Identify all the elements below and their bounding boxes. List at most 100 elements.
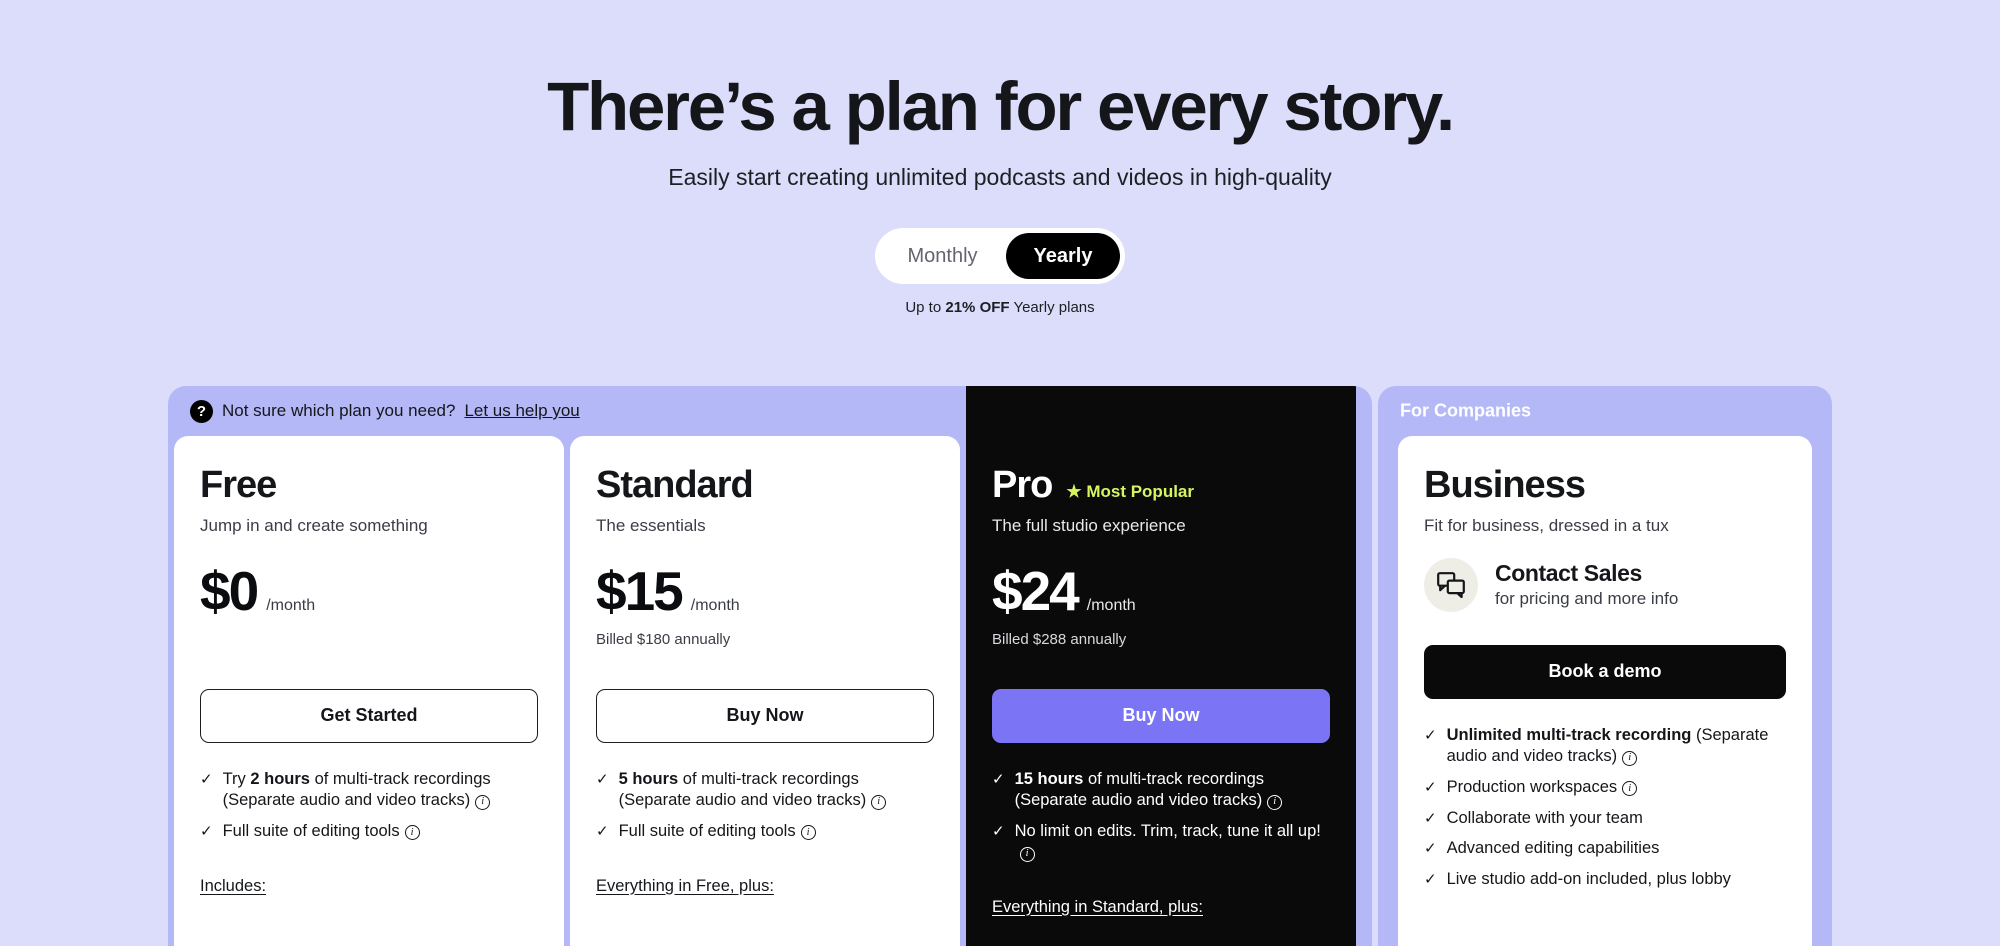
feature-item: ✓ Try 2 hours of multi-track recordings … [200, 769, 538, 812]
info-icon[interactable]: i [1267, 794, 1283, 810]
toggle-option-monthly[interactable]: Monthly [880, 233, 1006, 279]
plan-name-pro: Pro [992, 464, 1053, 506]
check-icon: ✓ [1424, 840, 1437, 858]
feature-list-standard: ✓ 5 hours of multi-track recordings (Sep… [596, 769, 934, 843]
plan-billed-standard: Billed $180 annually [596, 630, 731, 648]
page-title: There’s a plan for every story. [547, 68, 1455, 145]
yearly-discount-note: Up to 21% OFF Yearly plans [905, 299, 1094, 316]
feature-item: ✓ Full suite of editing tools i [596, 821, 934, 843]
cta-button-standard[interactable]: Buy Now [596, 688, 934, 743]
contact-sales-block[interactable]: Contact Sales for pricing and more info [1424, 557, 1786, 612]
feature-item: ✓ Unlimited multi-track recording (Separ… [1424, 725, 1786, 768]
most-popular-badge: ★ Most Popular [1066, 482, 1194, 501]
group-for-companies: For Companies Business Fit for business,… [1378, 386, 1832, 946]
group-for-individuals: ? Not sure which plan you need? Let us h… [168, 386, 1372, 946]
feature-text: 15 hours of multi-track recordings (Sepa… [1015, 769, 1330, 812]
page-subtitle: Easily start creating unlimited podcasts… [668, 164, 1332, 190]
discount-note-prefix: Up to [905, 299, 946, 316]
check-icon: ✓ [992, 770, 1005, 788]
free-title-row: Free [200, 464, 538, 506]
billing-toggle-section: Monthly Yearly Up to 21% OFF Yearly plan… [0, 228, 2000, 316]
feature-item: ✓ Full suite of editing tools i [200, 821, 538, 843]
feature-item: ✓ Collaborate with your team [1424, 808, 1786, 830]
plan-price-row-free: $0 /month [200, 559, 538, 622]
contact-sales-text: Contact Sales for pricing and more info [1495, 560, 1678, 609]
plan-name-free: Free [200, 464, 277, 506]
plan-card-business: Business Fit for business, dressed in a … [1398, 436, 1812, 946]
feature-list-business: ✓ Unlimited multi-track recording (Separ… [1424, 725, 1786, 891]
feature-text: Try 2 hours of multi-track recordings (S… [222, 769, 491, 810]
info-icon[interactable]: i [871, 794, 887, 810]
plan-period-standard: /month [690, 596, 740, 614]
let-us-help-you-link[interactable]: Let us help you [464, 401, 579, 421]
feature-item: ✓ Production workspaces i [1424, 777, 1786, 799]
feature-list-pro: ✓ 15 hours of multi-track recordings (Se… [992, 769, 1330, 864]
feature-item: ✓ 5 hours of multi-track recordings (Sep… [596, 769, 934, 812]
feature-text: Full suite of editing tools i [619, 821, 816, 843]
discount-note-suffix: Yearly plans [1009, 299, 1095, 316]
feature-item: ✓ Advanced editing capabilities [1424, 838, 1786, 860]
info-icon[interactable]: i [1622, 750, 1638, 766]
feature-text: 5 hours of multi-track recordings (Separ… [619, 769, 934, 812]
plan-period-free: /month [266, 596, 316, 614]
company-plan-cards: Business Fit for business, dressed in a … [1378, 436, 1832, 946]
feature-text: Unlimited multi-track recording (Separat… [1446, 725, 1769, 766]
individual-plan-cards: Free Jump in and create something $0 /mo… [168, 386, 1372, 946]
check-icon: ✓ [1424, 778, 1437, 796]
plan-tagline-standard: The essentials [596, 515, 706, 535]
cta-button-pro[interactable]: Buy Now [992, 688, 1330, 743]
check-icon: ✓ [596, 770, 609, 788]
info-icon[interactable]: i [404, 825, 420, 841]
plan-price-row-pro: $24 /month [992, 559, 1330, 622]
contact-sales-subtitle: for pricing and more info [1495, 589, 1679, 609]
info-icon[interactable]: i [1019, 846, 1035, 862]
includes-heading-standard: Everything in Free, plus: [596, 876, 774, 895]
info-icon[interactable]: i [800, 825, 816, 841]
check-icon: ✓ [200, 770, 213, 788]
feature-item: ✓ Live studio add-on included, plus lobb… [1424, 869, 1786, 891]
business-title-row: Business [1424, 465, 1786, 506]
feature-text: Collaborate with your team [1446, 808, 1643, 827]
check-icon: ✓ [596, 822, 609, 840]
plan-card-pro: Pro ★ Most Popular The full studio exper… [966, 386, 1356, 946]
info-icon[interactable]: i [1622, 781, 1638, 797]
includes-heading-pro: Everything in Standard, plus: [992, 897, 1203, 916]
plan-groups: ? Not sure which plan you need? Let us h… [168, 386, 1832, 946]
plan-card-free: Free Jump in and create something $0 /mo… [174, 436, 564, 946]
feature-item: ✓ No limit on edits. Trim, track, tune i… [992, 821, 1330, 864]
feature-text: No limit on edits. Trim, track, tune it … [1015, 821, 1330, 864]
pro-title-row: Pro ★ Most Popular [992, 464, 1330, 506]
plan-billed-pro: Billed $288 annually [992, 630, 1127, 648]
info-icon[interactable]: i [475, 794, 491, 810]
hero-section: There’s a plan for every story. Easily s… [0, 0, 2000, 316]
chat-bubbles-icon [1424, 557, 1478, 612]
feature-text: Advanced editing capabilities [1446, 839, 1660, 858]
toggle-option-yearly[interactable]: Yearly [1005, 233, 1121, 279]
feature-list-free: ✓ Try 2 hours of multi-track recordings … [200, 769, 538, 843]
check-icon: ✓ [1424, 871, 1437, 889]
question-mark-icon: ? [190, 399, 213, 423]
plan-price-row-standard: $15 /month [596, 559, 934, 622]
cta-button-business[interactable]: Book a demo [1424, 644, 1786, 699]
feature-text: Production workspaces i [1447, 777, 1638, 799]
plan-price-standard: $15 [596, 559, 684, 622]
plan-tagline-free: Jump in and create something [200, 515, 428, 535]
plan-billed-free [200, 631, 538, 649]
plan-tagline-business: Fit for business, dressed in a tux [1424, 515, 1669, 535]
check-icon: ✓ [1424, 809, 1437, 827]
discount-percent: 21% OFF [945, 299, 1010, 316]
plan-price-pro: $24 [992, 559, 1080, 622]
feature-text: Full suite of editing tools i [223, 821, 420, 843]
help-banner-text: Not sure which plan you need? [222, 401, 456, 420]
standard-title-row: Standard [596, 465, 934, 506]
plan-period-pro: /month [1086, 596, 1136, 614]
pricing-page: There’s a plan for every story. Easily s… [0, 0, 2000, 946]
plan-price-free: $0 [200, 559, 259, 622]
check-icon: ✓ [992, 822, 1005, 840]
billing-toggle[interactable]: Monthly Yearly [874, 228, 1126, 284]
plan-tagline-pro: The full studio experience [992, 515, 1186, 535]
feature-item: ✓ 15 hours of multi-track recordings (Se… [992, 769, 1330, 812]
check-icon: ✓ [1424, 726, 1437, 744]
feature-text: Live studio add-on included, plus lobby [1446, 870, 1731, 889]
cta-button-free[interactable]: Get Started [200, 688, 538, 743]
